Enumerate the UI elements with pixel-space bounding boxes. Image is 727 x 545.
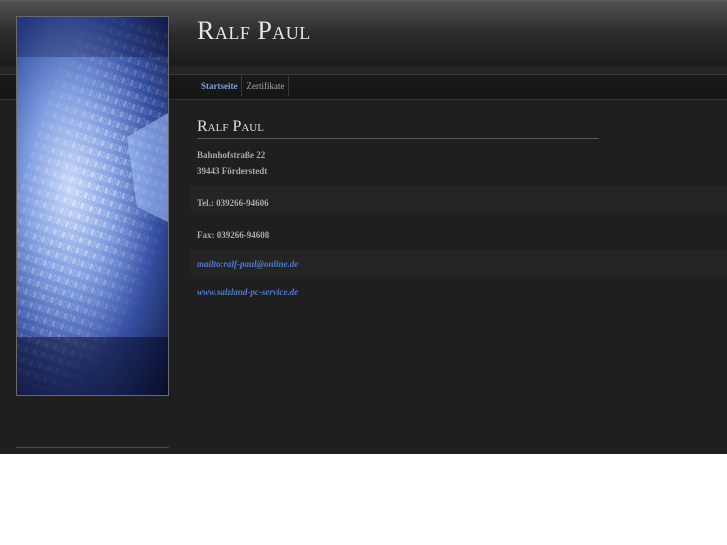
main-navigation: Startseite Zertifikate bbox=[197, 76, 290, 96]
website-link[interactable]: www.salzland-pc-service.de bbox=[197, 287, 298, 297]
email-link[interactable]: mailto:ralf-paul@online.de bbox=[197, 259, 298, 269]
site-title: Ralf Paul bbox=[197, 16, 311, 45]
sidebar-divider bbox=[16, 447, 169, 448]
sidebar-binary-image bbox=[16, 16, 169, 396]
content-stripe bbox=[190, 186, 727, 212]
site-container: Ralf Paul Startseite Zertifikate Ralf Pa… bbox=[0, 0, 727, 454]
binary-digits-graphic bbox=[17, 17, 168, 395]
page-heading: Ralf Paul bbox=[197, 118, 599, 139]
address-city: 39443 Förderstedt bbox=[197, 166, 268, 176]
nav-item-zertifikate[interactable]: Zertifikate bbox=[242, 76, 290, 96]
nav-item-startseite[interactable]: Startseite bbox=[197, 76, 243, 96]
address-street: Bahnhofstraße 22 bbox=[197, 150, 266, 160]
phone-number: Tel.: 039266-94606 bbox=[197, 198, 269, 208]
main-content: Ralf Paul bbox=[197, 118, 599, 139]
fax-number: Fax: 039266-94608 bbox=[197, 230, 270, 240]
